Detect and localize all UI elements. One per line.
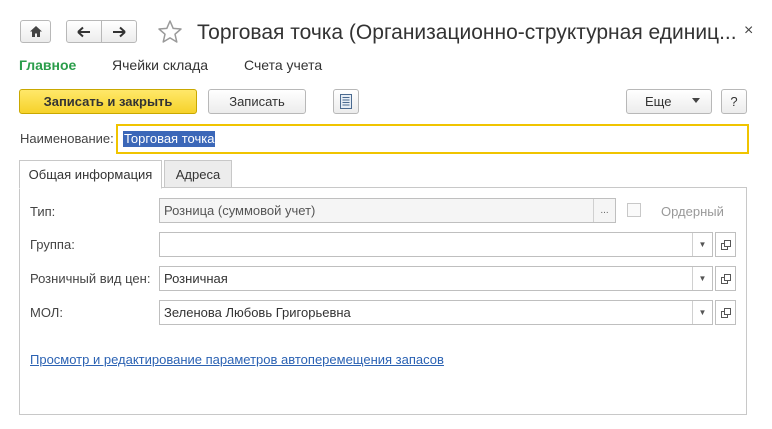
nav-accounts[interactable]: Счета учета (244, 57, 322, 73)
mol-open-button[interactable] (715, 300, 736, 325)
nav-warehouse-cells[interactable]: Ячейки склада (112, 57, 208, 73)
star-icon (158, 20, 182, 43)
group-dropdown-button[interactable]: ▼ (692, 233, 712, 256)
save-button[interactable]: Записать (208, 89, 306, 114)
price-type-field[interactable]: Розничная ▼ (159, 266, 713, 291)
back-button[interactable] (66, 20, 102, 43)
type-select-button[interactable]: ... (593, 199, 615, 222)
more-label: Еще (645, 94, 672, 109)
nav-main[interactable]: Главное (19, 57, 76, 73)
type-select-label: ... (600, 205, 609, 216)
group-field[interactable]: ▼ (159, 232, 713, 257)
tab-addresses[interactable]: Адреса (164, 160, 232, 188)
home-icon (29, 26, 42, 37)
mol-field[interactable]: Зеленова Любовь Григорьевна ▼ (159, 300, 713, 325)
favorite-button[interactable] (157, 19, 183, 45)
order-checkbox[interactable] (627, 203, 641, 217)
price-type-open-button[interactable] (715, 266, 736, 291)
arrow-left-icon (77, 26, 90, 37)
help-button[interactable]: ? (721, 89, 747, 114)
tab-general-info[interactable]: Общая информация (19, 160, 162, 189)
open-form-icon (720, 307, 731, 318)
price-type-label: Розничный вид цен: (30, 271, 151, 286)
auto-transfer-settings-link[interactable]: Просмотр и редактирование параметров авт… (30, 352, 444, 367)
window-title: Торговая точка (Организационно-структурн… (197, 21, 737, 44)
chevron-down-icon: ▼ (698, 308, 707, 317)
arrow-right-icon (113, 26, 126, 37)
mol-dropdown-button[interactable]: ▼ (692, 301, 712, 324)
home-button[interactable] (20, 20, 51, 43)
mol-label: МОЛ: (30, 305, 63, 320)
open-form-icon (720, 273, 731, 284)
forward-button[interactable] (101, 20, 137, 43)
chevron-down-icon (692, 98, 700, 103)
document-list-button[interactable] (333, 89, 359, 114)
name-label: Наименование: (20, 131, 114, 146)
type-value: Розница (суммовой учет) (164, 203, 316, 218)
close-icon[interactable]: × (744, 22, 753, 40)
document-list-icon (340, 94, 352, 109)
mol-value: Зеленова Любовь Григорьевна (164, 305, 351, 320)
chevron-down-icon: ▼ (698, 240, 707, 249)
group-label: Группа: (30, 237, 75, 252)
price-type-dropdown-button[interactable]: ▼ (692, 267, 712, 290)
type-field[interactable]: Розница (суммовой учет) ... (159, 198, 616, 223)
group-open-button[interactable] (715, 232, 736, 257)
save-and-close-button[interactable]: Записать и закрыть (19, 89, 197, 114)
more-button[interactable]: Еще (626, 89, 712, 114)
order-checkbox-label: Ордерный (661, 204, 724, 219)
name-value: Торговая точка (123, 131, 216, 147)
type-label: Тип: (30, 204, 56, 219)
open-form-icon (720, 239, 731, 250)
chevron-down-icon: ▼ (698, 274, 707, 283)
price-type-value: Розничная (164, 271, 228, 286)
name-input[interactable]: Торговая точка (116, 124, 749, 154)
